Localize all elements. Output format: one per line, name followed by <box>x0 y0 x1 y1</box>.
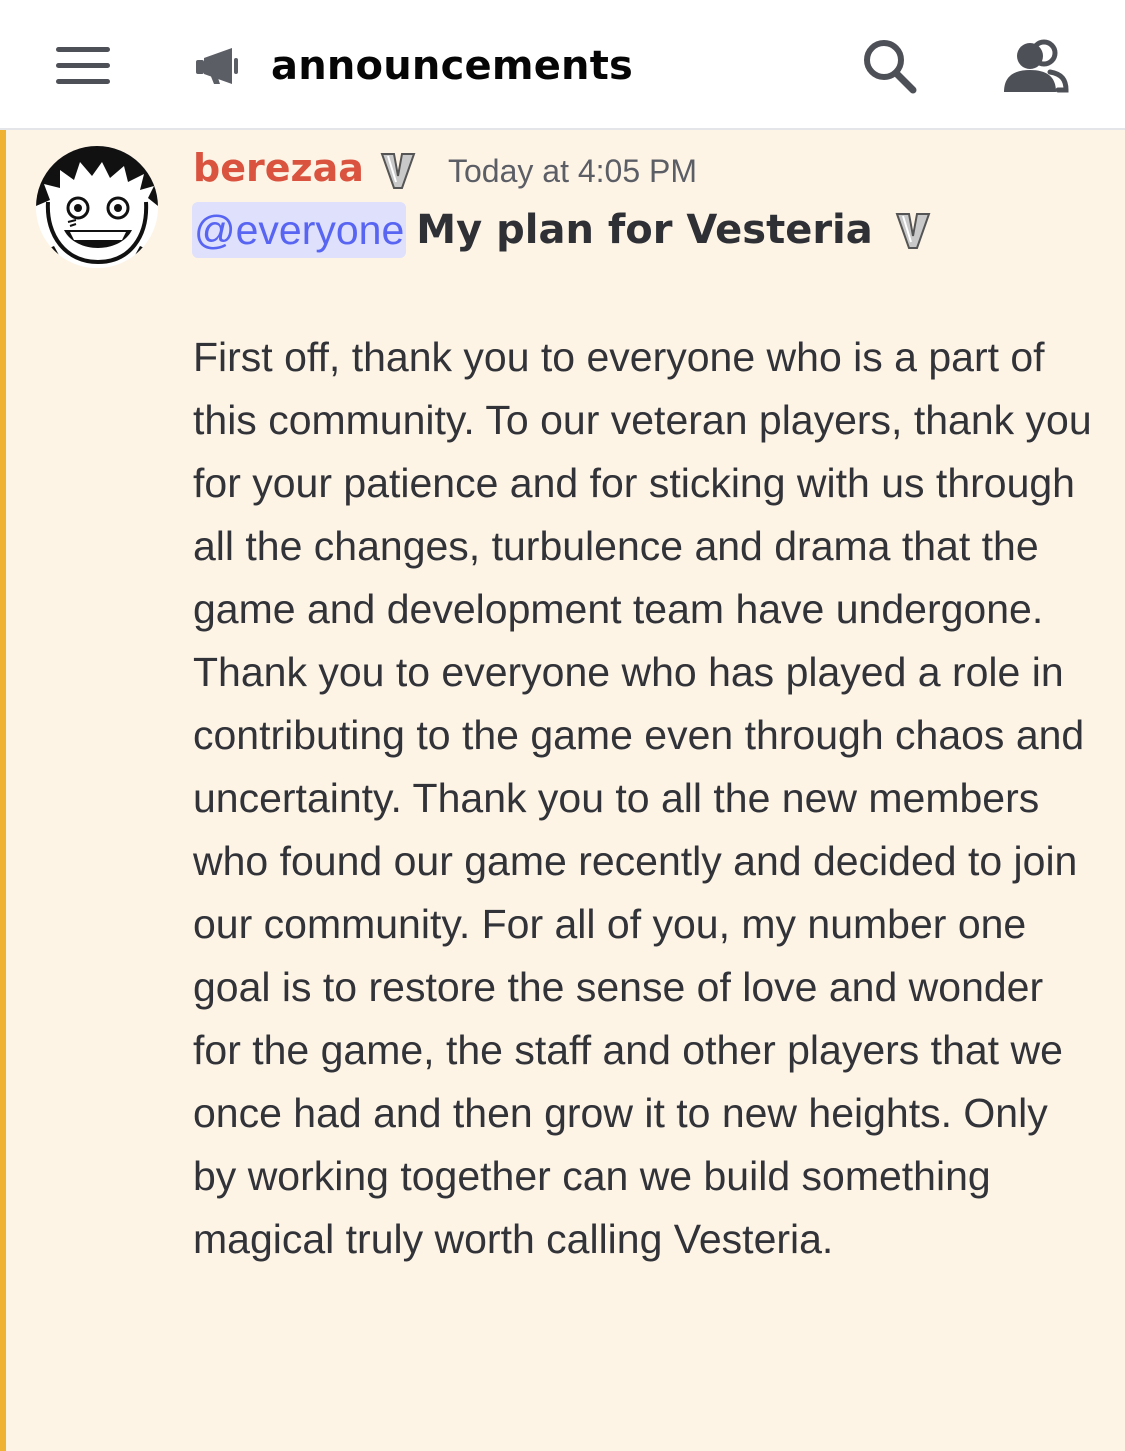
vesteria-v-icon <box>380 153 416 189</box>
megaphone-icon <box>196 48 238 84</box>
hamburger-icon[interactable] <box>56 47 112 85</box>
channel-header: announcements <box>0 0 1125 130</box>
search-icon[interactable] <box>858 36 922 96</box>
message-title-line: @everyone My plan for Vesteria <box>192 202 931 262</box>
message-body: First off, thank you to everyone who is … <box>193 334 1092 1262</box>
message-author[interactable]: berezaa <box>193 143 364 193</box>
mention-highlight-bar <box>0 130 6 1451</box>
channel-name: announcements <box>271 43 634 89</box>
avatar[interactable] <box>36 146 158 268</box>
everyone-mention[interactable]: @everyone <box>192 202 407 258</box>
vesteria-v-icon <box>895 213 931 249</box>
message-highlighted: berezaa Today at 4:05 PM @everyone My pla… <box>0 130 1125 1451</box>
message-timestamp: Today at 4:05 PM <box>448 153 698 189</box>
members-icon[interactable] <box>1000 38 1070 94</box>
message-title: My plan for Vesteria <box>416 207 873 253</box>
